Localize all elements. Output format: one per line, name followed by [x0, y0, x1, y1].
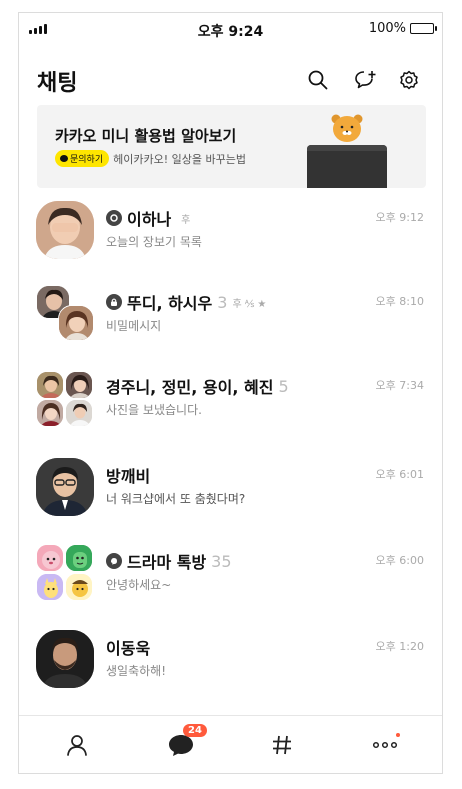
avatar [65, 544, 93, 572]
banner-row: 문의하기 헤이카카오! 일상을 바꾸는법 [55, 150, 246, 167]
avatar [36, 544, 64, 572]
inquiry-tag: 문의하기 [55, 150, 110, 167]
unread-badge: 24 [183, 724, 207, 737]
chat-name: 드라마 톡방 [127, 553, 207, 572]
avatar [65, 371, 93, 399]
person-icon [67, 735, 87, 756]
chat-name-line: 뚜디, 하시우 3 후 ⅍ ★ [106, 290, 266, 314]
open-chat-icon [106, 553, 122, 569]
member-count: 35 [211, 551, 232, 571]
header: 채팅 [19, 57, 442, 107]
chat-name: 이하나 [127, 210, 172, 229]
settings-icon[interactable] [396, 67, 422, 93]
chat-room-item[interactable]: 경주니, 정민, 용이, 혜진 5 사진을 보냈습니다. 오후 7:34 [19, 369, 442, 455]
avatar [36, 399, 64, 427]
bottom-tab-bar: 24 [19, 715, 442, 773]
avatar [36, 573, 64, 601]
group-avatar [36, 285, 94, 343]
lock-icon [106, 294, 122, 310]
message-time: 오후 1:20 [375, 640, 424, 653]
chat-name-line: 방깨비 [106, 463, 160, 487]
tab-friends[interactable] [57, 730, 97, 760]
chat-name: 경주니, 정민, 용이, 혜진 [106, 378, 274, 397]
message-time: 오후 9:12 [375, 211, 424, 224]
avatar [65, 399, 93, 427]
promo-banner[interactable]: 카카오 미니 활용법 알아보기 문의하기 헤이카카오! 일상을 바꾸는법 [37, 105, 426, 188]
tab-chats[interactable]: 24 [161, 724, 207, 760]
page-title: 채팅 [37, 71, 78, 96]
banner-title: 카카오 미니 활용법 알아보기 [55, 127, 237, 145]
kakao-mini-speaker-image [307, 145, 387, 188]
message-time: 오후 8:10 [375, 295, 424, 308]
team-chat-icon [106, 210, 122, 226]
chat-room-item[interactable]: 드라마 톡방 35 안녕하세요~ 오후 6:00 [19, 544, 442, 630]
chat-name-line: 이동욱 [106, 635, 160, 659]
phone-frame: 오후 9:24 100% 채팅 카카오 미니 활용법 알아보기 문의하기 헤이카… [18, 12, 443, 774]
chat-name: 방깨비 [106, 467, 151, 486]
chat-meta-icons: 후 [181, 214, 191, 226]
last-message: 너 워크샵에서 또 춤췄다며? [106, 492, 246, 506]
message-time: 오후 7:34 [375, 379, 424, 392]
last-message: 오늘의 장보기 목록 [106, 235, 202, 249]
avatar [36, 458, 94, 516]
chat-room-item[interactable]: 방깨비 너 워크샵에서 또 춤췄다며? 오후 6:01 [19, 458, 442, 544]
speech-bubble-icon [60, 155, 68, 162]
avatar [36, 201, 94, 259]
chat-room-item[interactable]: 이동욱 생일축하해! 오후 1:20 [19, 630, 442, 716]
battery-icon [410, 23, 437, 34]
message-time: 오후 6:00 [375, 554, 424, 567]
battery-percent: 100% [368, 21, 406, 36]
avatar [65, 573, 93, 601]
avatar [58, 305, 94, 341]
chat-name: 이동욱 [106, 639, 151, 658]
inquiry-tag-label: 문의하기 [70, 155, 104, 165]
last-message: 생일축하해! [106, 664, 167, 678]
banner-subtitle: 헤이카카오! 일상을 바꾸는법 [113, 152, 246, 166]
search-icon[interactable] [305, 67, 331, 93]
last-message: 비밀메시지 [106, 319, 162, 333]
new-chat-icon[interactable] [353, 67, 379, 93]
member-count: 3 [217, 292, 228, 312]
avatar [36, 371, 64, 399]
notification-dot [396, 733, 400, 737]
message-time: 오후 6:01 [375, 468, 424, 481]
tab-view[interactable] [262, 730, 302, 760]
chat-room-item[interactable]: 이하나 후 오늘의 장보기 목록 오후 9:12 [19, 201, 442, 287]
member-count: 5 [278, 376, 289, 396]
chat-name-line: 경주니, 정민, 용이, 혜진 5 [106, 374, 294, 398]
battery-status: 100% [368, 21, 437, 36]
last-message: 안녕하세요~ [106, 578, 172, 592]
last-message: 사진을 보냈습니다. [106, 403, 202, 417]
tab-more[interactable] [365, 730, 405, 760]
group-avatar [36, 544, 94, 602]
group-avatar [36, 369, 94, 427]
status-bar: 오후 9:24 100% [19, 13, 442, 47]
ryan-character-icon [331, 114, 363, 142]
hashtag-icon [273, 735, 291, 755]
avatar [36, 630, 94, 688]
chat-room-item[interactable]: 뚜디, 하시우 3 후 ⅍ ★ 비밀메시지 오후 8:10 [19, 285, 442, 371]
chat-name-line: 드라마 톡방 35 [106, 549, 237, 573]
more-icon [372, 741, 398, 749]
chat-name-line: 이하나 후 [106, 206, 190, 230]
chat-meta-icons: 후 ⅍ ★ [232, 298, 267, 310]
chat-name: 뚜디, 하시우 [127, 294, 213, 313]
